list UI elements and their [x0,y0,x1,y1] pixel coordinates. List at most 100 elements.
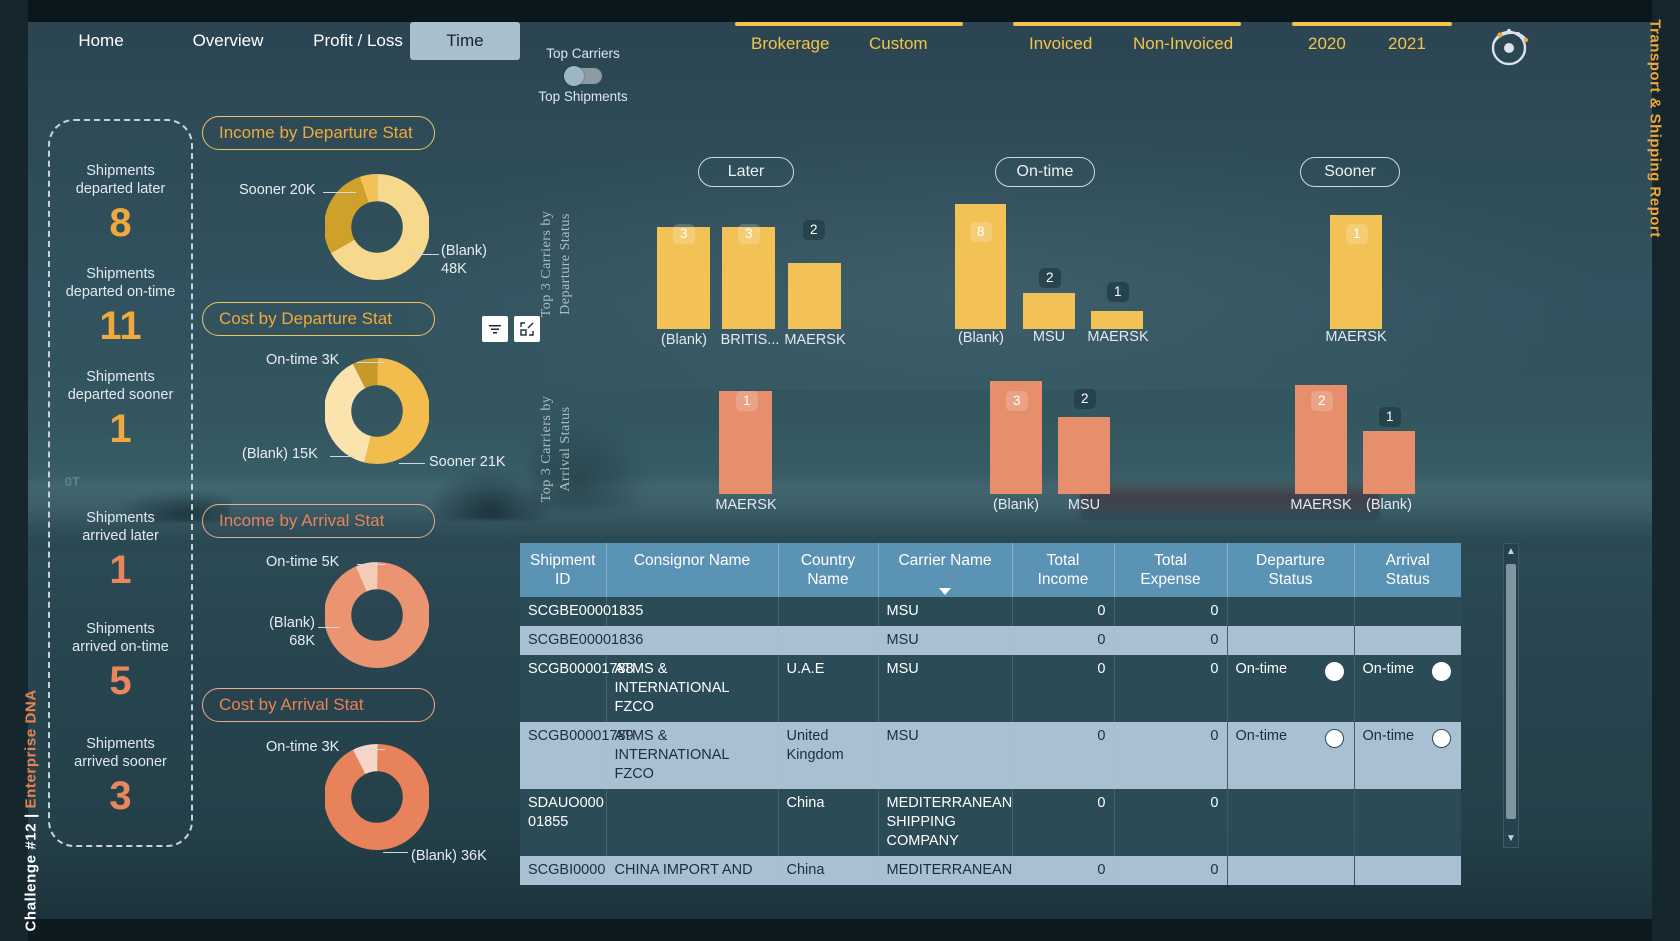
donut-income-by-departure-status[interactable] [324,172,430,287]
cell-country: China [778,856,879,885]
kpi-label-line1: Shipments [86,266,155,282]
slicer-option-2021[interactable]: 2021 [1372,31,1452,57]
kpi-label-line1: Shipments [86,163,155,179]
toggle-label-top-carriers: Top Carriers [546,46,620,61]
cell-shipment-id: SCGBE00001835 [520,597,643,626]
slicer-option-custom[interactable]: Custom [853,31,963,57]
cell-total-income: 0 [1012,722,1115,789]
slicer-option-brokerage[interactable]: Brokerage [735,31,853,57]
table-scrollbar[interactable]: ▲ ▼ [1503,543,1519,848]
cell-carrier: MEDITERRANEAN [878,856,1013,885]
donut-cost-by-departure-status[interactable] [324,356,430,471]
arrival-status-text: On-time [1362,728,1415,744]
slicer-option-non-invoiced[interactable]: Non-Invoiced [1117,31,1241,57]
filter-icon[interactable] [482,316,508,342]
table-row[interactable]: SCGBI0000 CHINA IMPORT AND China MEDITER… [520,856,1461,885]
cell-shipment-id: SDAUO000 01855 [520,789,607,856]
cell-departure-status [1227,626,1355,655]
slicer-options-type: Brokerage Custom [735,31,963,57]
column-header-departure-status[interactable]: Departure Status [1227,543,1355,597]
donut-income-by-arrival-status[interactable] [324,560,430,675]
column-header-consignor-name[interactable]: Consignor Name [606,543,779,597]
bar-value: 8 [970,222,992,242]
bar-category-label: MAERSK [1087,329,1149,345]
kpi-shipments-arrived-later: Shipments arrived later 1 [48,509,193,593]
top-carriers-shipments-toggle[interactable]: Top Carriers Top Shipments [528,46,638,105]
nav-item-overview[interactable]: Overview [168,22,288,60]
bar-departure-ontime-maersk[interactable] [1091,311,1143,329]
status-pill-on-time[interactable]: On-time [995,157,1095,187]
bar-departure-later-maersk[interactable] [788,263,841,329]
column-header-total-expense[interactable]: Total Expense [1114,543,1228,597]
bar-value: 1 [1346,224,1368,244]
kpi-label-line2: departed later [75,181,166,197]
table-row[interactable]: SCGB00001788 ATMS & INTERNATIONAL FZCO U… [520,655,1461,722]
toggle-knob[interactable] [564,66,584,86]
nav-item-home[interactable]: Home [56,22,146,60]
bar-arrival-sooner-blank[interactable] [1363,431,1415,494]
nav-item-time[interactable]: Time [410,22,520,60]
slicer-option-2020[interactable]: 2020 [1292,31,1372,57]
chart-title-line2: Departure Status [558,213,573,315]
sort-descending-icon[interactable] [939,588,951,595]
slicer-option-invoiced[interactable]: Invoiced [1013,31,1117,57]
donut-cost-by-arrival-status[interactable] [324,742,430,857]
kpi-value: 8 [109,201,132,245]
departure-status-text: On-time [1235,728,1288,744]
bar-category-label: MAERSK [715,497,777,513]
ghost-watermark-0t: 0T [64,474,81,489]
kpi-label-line2: departed sooner [67,387,174,403]
table-row[interactable]: SDAUO000 01855 China MEDITERRANEAN SHIPP… [520,789,1461,856]
chart-title-line1: Top 3 Carriers by [539,210,554,318]
ship-silhouette-left [430,470,550,520]
donut-label-sooner-cost-departure: Sooner 21K [429,454,506,470]
donut-label-blank-income-departure: (Blank) 48K [441,243,487,277]
status-pill-sooner[interactable]: Sooner [1300,157,1400,187]
donut-chart-svg [324,174,430,280]
scroll-up-icon[interactable]: ▲ [1504,544,1518,560]
cell-total-expense: 0 [1114,626,1228,655]
table-row[interactable]: SCGBE00001835 MSU 0 0 [520,597,1461,626]
cell-total-income: 0 [1012,789,1115,856]
cell-shipment-id: SCGBI0000 [520,856,607,885]
column-header-shipment-id[interactable]: Shipment ID [520,543,607,597]
nav-item-profit-loss[interactable]: Profit / Loss [288,22,428,60]
arrival-status-text: On-time [1362,661,1415,677]
column-header-carrier-name-label: Carrier Name [898,552,992,569]
bar-departure-ontime-msu[interactable] [1023,293,1075,329]
donut-label-ontime-income-arrival: On-time 5K [266,554,340,570]
kpi-shipments-arrived-ontime: Shipments arrived on-time 5 [48,620,193,704]
cell-total-expense: 0 [1114,722,1228,789]
column-header-total-income[interactable]: Total Income [1012,543,1115,597]
cell-arrival-status: On-time [1354,655,1461,722]
table-row[interactable]: SCGB00001789 ATMS & INTERNATIONAL FZCO U… [520,722,1461,789]
column-header-country-name[interactable]: Country Name [778,543,879,597]
challenge-label: Challenge #12 | Enterprise DNA [23,689,40,931]
scroll-down-icon[interactable]: ▼ [1504,831,1518,847]
column-header-arrival-status[interactable]: Arrival Status [1354,543,1461,597]
shipments-table[interactable]: Shipment ID Consignor Name Country Name … [520,543,1461,885]
column-header-carrier-name[interactable]: Carrier Name [878,543,1013,597]
slicer-underline-year [1292,22,1452,26]
scrollbar-thumb[interactable] [1506,564,1516,819]
bar-arrival-ontime-msu[interactable] [1058,417,1110,494]
leader-line [411,254,439,255]
toggle-track[interactable] [564,66,602,86]
slicer-underline-invoice [1013,22,1241,26]
cell-carrier: MSU [878,597,1013,626]
leader-line [323,192,356,193]
donut-label-ontime-cost-departure: On-time 3K [266,352,340,368]
cell-arrival-status [1354,597,1461,626]
report-canvas: Challenge #12 | Enterprise DNA Transport… [0,0,1680,941]
leader-line [330,456,355,457]
status-pill-later[interactable]: Later [698,157,794,187]
cell-arrival-status: On-time [1354,722,1461,789]
cell-total-expense: 0 [1114,655,1228,722]
enterprise-dna-logo [1482,20,1536,74]
slicer-year: 2020 2021 [1292,22,1452,68]
kpi-label-line1: Shipments [86,621,155,637]
cell-consignor [606,789,779,856]
chart-title-arrival-status: Top 3 Carriers by Arrival Status [537,384,575,514]
bar-value: 2 [1039,268,1061,288]
table-row[interactable]: SCGBE00001836 MSU 0 0 [520,626,1461,655]
